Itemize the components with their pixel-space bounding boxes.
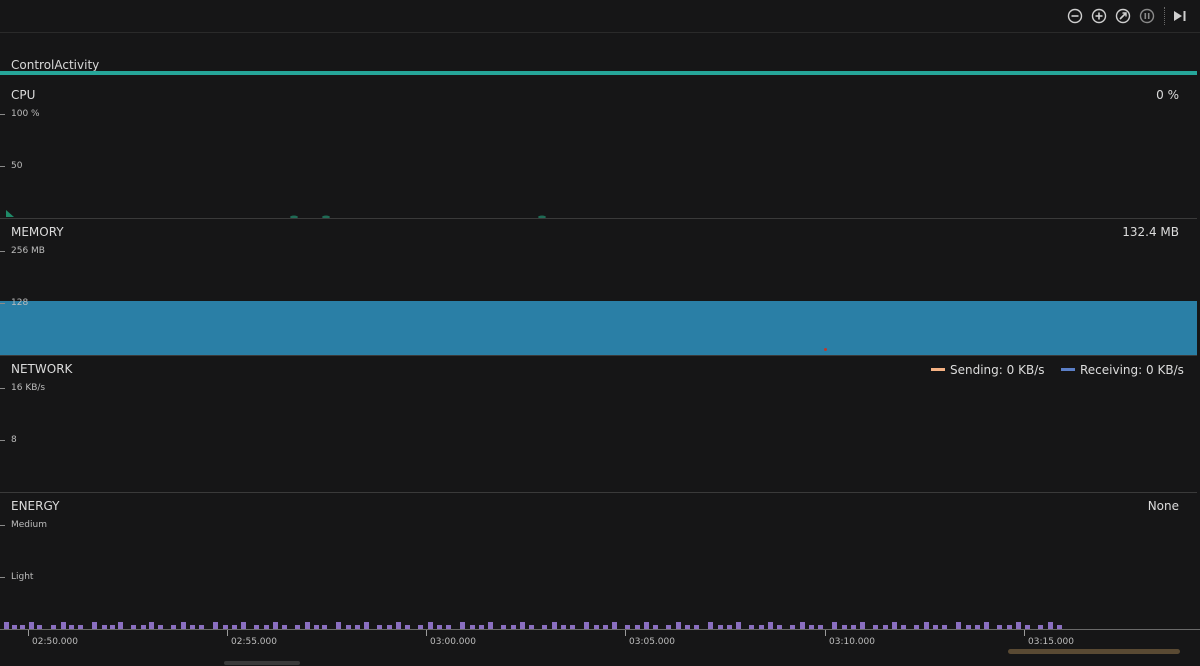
toolbar-separator xyxy=(1164,7,1166,25)
network-axis-tick-mid xyxy=(0,440,5,441)
legend-receiving-label: Receiving: 0 KB/s xyxy=(1080,363,1184,377)
legend-receiving: Receiving: 0 KB/s xyxy=(1061,363,1184,377)
gc-event-marker[interactable] xyxy=(824,348,827,351)
energy-panel[interactable]: ENERGY None Medium Light xyxy=(0,493,1197,630)
time-tick xyxy=(28,630,29,636)
network-title: NETWORK xyxy=(11,362,73,376)
cpu-title: CPU xyxy=(11,88,36,102)
time-label: 02:50.000 xyxy=(32,637,78,647)
zoom-out-button[interactable] xyxy=(1067,8,1083,24)
memory-value: 132.4 MB xyxy=(1122,225,1179,239)
time-label: 03:00.000 xyxy=(430,637,476,647)
zoom-in-icon xyxy=(1091,8,1107,24)
pause-icon xyxy=(1139,8,1155,24)
cpu-usage-graph xyxy=(6,210,546,218)
energy-title: ENERGY xyxy=(11,499,60,513)
cpu-axis-tick-mid xyxy=(0,166,5,167)
network-panel[interactable]: NETWORK Sending: 0 KB/s Receiving: 0 KB/… xyxy=(0,356,1197,493)
activity-bar[interactable] xyxy=(0,71,1197,75)
go-live-button[interactable] xyxy=(1172,8,1188,24)
network-axis-mid: 8 xyxy=(11,435,17,445)
memory-panel[interactable]: MEMORY 132.4 MB 256 MB 128 xyxy=(0,219,1197,356)
energy-value: None xyxy=(1147,499,1179,513)
energy-axis-tick-max xyxy=(0,525,5,526)
reset-zoom-button[interactable] xyxy=(1115,8,1131,24)
timeline-scrollbar-thumb[interactable] xyxy=(1008,649,1180,654)
time-tick xyxy=(825,630,826,636)
pause-button[interactable] xyxy=(1139,8,1155,24)
cpu-value: 0 % xyxy=(1156,88,1179,102)
receiving-swatch xyxy=(1061,368,1075,371)
time-tick xyxy=(1024,630,1025,636)
cpu-axis-mid: 50 xyxy=(11,161,23,171)
time-label: 03:05.000 xyxy=(629,637,675,647)
network-axis-max: 16 KB/s xyxy=(11,383,46,393)
energy-axis-mid: Light xyxy=(11,572,34,582)
time-tick xyxy=(625,630,626,636)
memory-axis-max: 256 MB xyxy=(11,246,45,256)
time-label: 03:10.000 xyxy=(829,637,875,647)
memory-usage-area xyxy=(0,301,1197,355)
memory-title: MEMORY xyxy=(11,225,64,239)
zoom-in-button[interactable] xyxy=(1091,8,1107,24)
go-live-icon xyxy=(1174,11,1186,21)
timeline-axis[interactable]: 02:50.000 02:55.000 03:00.000 03:05.000 … xyxy=(0,629,1200,666)
memory-axis-mid: 128 xyxy=(11,298,29,308)
sending-swatch xyxy=(931,368,945,371)
profiler-toolbar xyxy=(0,0,1200,33)
network-axis-tick-max xyxy=(0,388,5,389)
legend-sending: Sending: 0 KB/s xyxy=(931,363,1044,377)
reset-zoom-icon xyxy=(1115,8,1131,24)
cpu-axis-tick-max xyxy=(0,114,5,115)
memory-axis-tick-max xyxy=(0,251,5,252)
memory-axis-tick-mid xyxy=(0,303,5,304)
time-tick xyxy=(426,630,427,636)
legend-sending-label: Sending: 0 KB/s xyxy=(950,363,1045,377)
time-tick xyxy=(227,630,228,636)
cpu-panel[interactable]: CPU 0 % 100 % 50 xyxy=(0,82,1197,219)
cpu-axis-max: 100 % xyxy=(11,109,40,119)
energy-axis-max: Medium xyxy=(11,520,47,530)
time-label: 02:55.000 xyxy=(231,637,277,647)
time-label: 03:15.000 xyxy=(1028,637,1074,647)
zoom-out-icon xyxy=(1067,8,1083,24)
energy-axis-tick-mid xyxy=(0,577,5,578)
activity-label: ControlActivity xyxy=(11,58,100,72)
bottom-scroll-strip[interactable] xyxy=(224,661,300,665)
